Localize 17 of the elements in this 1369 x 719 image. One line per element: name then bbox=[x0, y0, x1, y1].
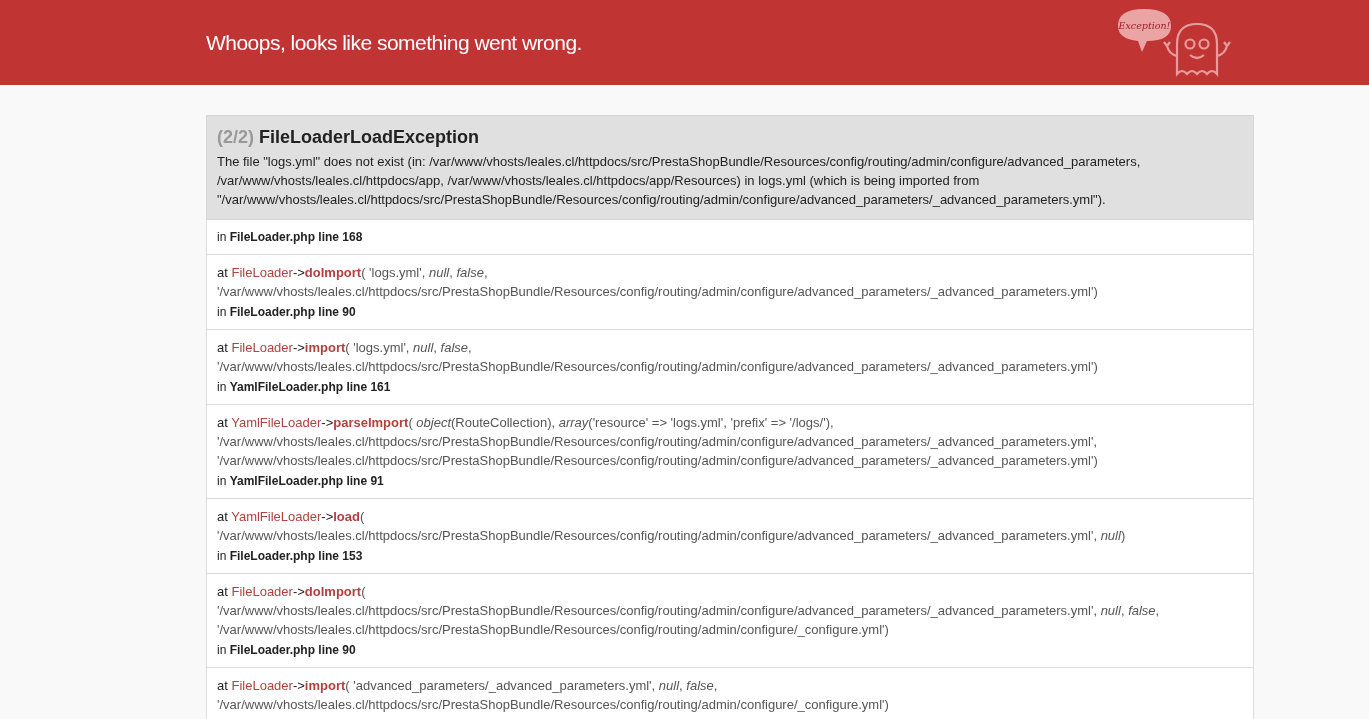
ghost-mascot-drawing: Exception! bbox=[1117, 3, 1231, 80]
stack-frame-call: at FileLoader->doImport( '/var/www/vhosts/leales.cl/httpdocs/src/PrestaShopBundle/Resources/config/routing/admin/configure/advanced_parameters/_advanced_parameters.yml', null, false, '/var/www/vhosts/leales.cl/httpdocs/src/PrestaShopBundle/Resources/config/routing/admin/configure/_configure.yml') bbox=[217, 583, 1161, 639]
exception-count: (2/2) bbox=[217, 127, 254, 147]
stack-frame-call: at YamlFileLoader->load( '/var/www/vhosts/leales.cl/httpdocs/src/PrestaShopBundle/Resources/config/routing/admin/configure/advanced_parameters/_advanced_parameters.yml', null) bbox=[217, 508, 1127, 545]
stack-frame-call: at FileLoader->import( 'logs.yml', null, false, '/var/www/vhosts/leales.cl/httpdocs/src/PrestaShopBundle/Resources/config/routing/admin/configure/advanced_parameters/_advanced_parameters.yml') bbox=[217, 339, 1099, 376]
exception-name: FileLoaderLoadException bbox=[259, 127, 480, 147]
exception-message: The file "logs.yml" does not exist (in: /var/www/vhosts/leales.cl/httpdocs/src/PrestaShopBundle/Resources/config/routing/admin/configure/advanced_parameters, /var/www/vhosts/leales.cl/httpdocs/app, /var/www/vhosts/leales.cl/httpdocs/app/Resources) in logs.yml (which is being imported from "/var/www/vhosts/leales.cl/httpdocs/src/PrestaShopBundle/Resources/config/routing/admin/configure/advanced_parameters/_advanced_parameters.yml"). bbox=[217, 153, 1142, 209]
stack-frame-call: at YamlFileLoader->parseImport( object(RouteCollection), array('resource' => 'logs.yml', 'prefix' => '/logs/'), '/var/www/vhosts/leales.cl/httpdocs/src/PrestaShopBundle/Resources/config/routing/admin/configure/advanced_parameters/_advanced_parameters.yml', '/var/www/vhosts/leales.cl/httpdocs/src/PrestaShopBundle/Resources/config/routing/admin/configure/advanced_parameters/_advanced_parameters.yml') bbox=[217, 414, 1099, 470]
source-location: in FileLoader.php line 90 bbox=[217, 642, 357, 659]
source-location: in FileLoader.php line 90 bbox=[217, 304, 357, 321]
stack-frame-call: at FileLoader->import( 'advanced_parameters/_advanced_parameters.yml', null, false, '/var/www/vhosts/leales.cl/httpdocs/src/PrestaShopBundle/Resources/config/routing/admin/configure/_configure.yml') bbox=[217, 677, 890, 714]
source-location: in FileLoader.php line 153 bbox=[217, 548, 364, 565]
source-location: in FileLoader.php line 168 bbox=[217, 229, 364, 246]
stack-frame-call: at FileLoader->doImport( 'logs.yml', null, false, '/var/www/vhosts/leales.cl/httpdocs/src/PrestaShopBundle/Resources/config/routing/admin/configure/advanced_parameters/_advanced_parameters.yml') bbox=[217, 264, 1099, 301]
source-location: in YamlFileLoader.php line 161 bbox=[217, 379, 392, 396]
source-location: in YamlFileLoader.php line 91 bbox=[217, 473, 385, 490]
page-title: Whoops, looks like something went wrong. bbox=[206, 29, 582, 56]
